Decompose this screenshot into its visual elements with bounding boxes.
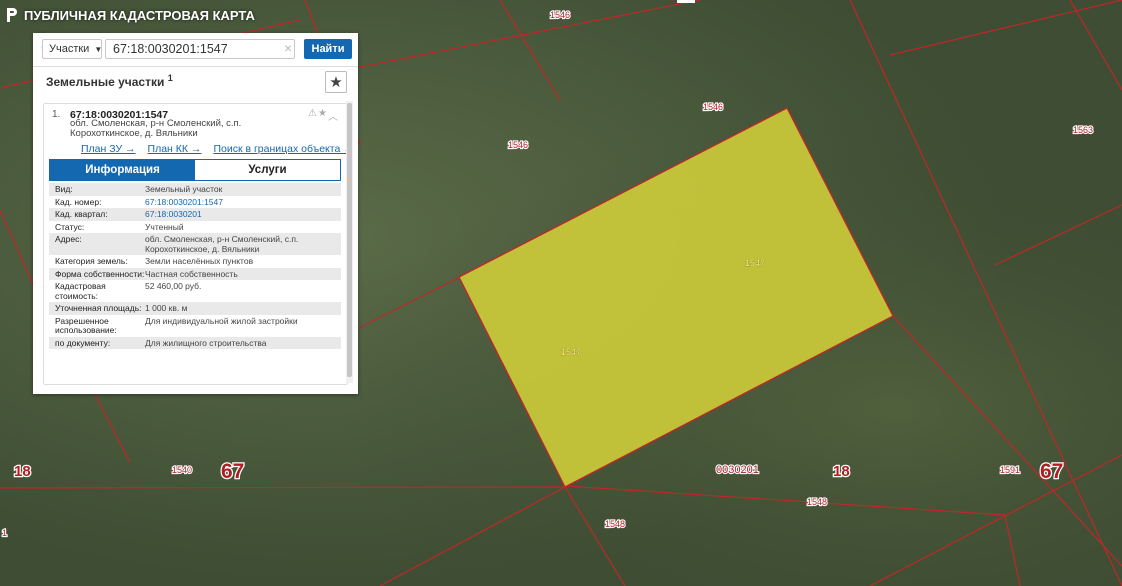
parcel-label: 1546 bbox=[550, 10, 570, 20]
warning-icon[interactable]: ⚠ bbox=[308, 108, 317, 123]
info-row: Разрешенное использование: Для индивидуал… bbox=[49, 314, 341, 337]
scroll-thumb[interactable] bbox=[347, 103, 352, 377]
search-type-select[interactable]: Участки ▼ bbox=[42, 39, 102, 59]
parcel-label: 1540 bbox=[172, 465, 192, 475]
parcel-label: 1546 bbox=[703, 102, 723, 112]
info-row: Статус: Учтенный bbox=[49, 220, 341, 233]
info-row: Кад. квартал: 67:18:0030201 bbox=[49, 208, 341, 221]
search-input[interactable] bbox=[105, 39, 295, 59]
info-key: Форма собственности: bbox=[55, 268, 145, 279]
info-value: Частная собственность bbox=[145, 268, 238, 279]
info-row: Вид: Земельный участок bbox=[49, 183, 341, 196]
result-actions: ⚠ ★ ︿ bbox=[308, 108, 338, 123]
result-address: обл. Смоленская, р-н Смоленский, с.п. Ко… bbox=[70, 118, 242, 139]
logo-icon bbox=[7, 8, 17, 22]
parcel-label: 1591 bbox=[1000, 465, 1020, 475]
selected-parcel-label: 1547 bbox=[561, 347, 581, 357]
parcel-label: 1563 bbox=[1073, 125, 1093, 135]
results-scrollbar[interactable] bbox=[346, 101, 353, 383]
district-label: 18 bbox=[14, 463, 31, 480]
info-row: по документу: Для жилищного строительства bbox=[49, 336, 341, 349]
cad-number-link[interactable]: 67:18:0030201:1547 bbox=[145, 197, 341, 208]
results-title-text: Земельные участки bbox=[46, 75, 165, 89]
district-label: 18 bbox=[833, 463, 850, 480]
result-card: 1. 67:18:0030201:1547 обл. Смоленская, р… bbox=[43, 103, 348, 385]
map-edge-label: 1 bbox=[2, 528, 7, 538]
parcel-label: 1546 bbox=[508, 140, 528, 150]
info-row: Кад. номер: 67:18:0030201:1547 bbox=[49, 195, 341, 208]
info-value: обл. Смоленская, р-н Смоленский, с.п. Ко… bbox=[145, 234, 299, 254]
search-bar: Участки ▼ × Найти bbox=[33, 33, 358, 67]
info-value: Земельный участок bbox=[145, 184, 223, 194]
quarter-label: 0030201 bbox=[716, 464, 759, 476]
region-label: 67 bbox=[221, 460, 244, 483]
info-key: Вид: bbox=[55, 184, 73, 194]
info-row: Форма собственности: Частная собственност… bbox=[49, 267, 341, 280]
info-value: Земли населённых пунктов bbox=[145, 256, 254, 266]
result-number: 1. bbox=[52, 109, 61, 120]
info-value: 1 000 кв. м bbox=[145, 303, 188, 313]
star-icon[interactable]: ★ bbox=[318, 108, 327, 123]
info-key: Разрешенное использование: bbox=[55, 315, 117, 335]
cad-quarter-link[interactable]: 67:18:0030201 bbox=[145, 209, 341, 220]
results-title: Земельные участки 1 bbox=[46, 73, 173, 89]
tab-services[interactable]: Услуги bbox=[195, 160, 340, 180]
result-links: План ЗУ → План КК → Поиск в границах объ… bbox=[81, 143, 347, 155]
app-title[interactable]: ПУБЛИЧНАЯ КАДАСТРОВАЯ КАРТА bbox=[6, 6, 255, 24]
plan-kk-link[interactable]: План КК → bbox=[148, 143, 202, 155]
chevron-down-icon: ▼ bbox=[94, 44, 103, 54]
region-label: 67 bbox=[1040, 460, 1063, 483]
search-button[interactable]: Найти bbox=[304, 39, 352, 59]
search-panel: Участки ▼ × Найти Земельные участки 1 ★ … bbox=[33, 33, 358, 394]
plan-zu-link[interactable]: План ЗУ → bbox=[81, 143, 136, 155]
tab-info[interactable]: Информация bbox=[50, 160, 195, 180]
star-icon: ★ bbox=[329, 74, 343, 91]
info-key: Кадастровая стоимость: bbox=[55, 281, 106, 301]
app-title-text: ПУБЛИЧНАЯ КАДАСТРОВАЯ КАРТА bbox=[24, 7, 255, 23]
results-count: 1 bbox=[167, 73, 173, 83]
info-key: Уточненная площадь: bbox=[55, 303, 142, 313]
parcel-label: 1548 bbox=[605, 519, 625, 529]
chevron-up-icon[interactable]: ︿ bbox=[328, 108, 338, 123]
parcel-label: 1548 bbox=[807, 497, 827, 507]
info-value: 52 460,00 руб. bbox=[145, 281, 202, 291]
info-key: Кад. номер: bbox=[55, 196, 102, 207]
info-row: Уточненная площадь: 1 000 кв. м bbox=[49, 302, 341, 315]
info-value: Учтенный bbox=[145, 221, 184, 232]
result-tabs: Информация Услуги bbox=[49, 159, 341, 181]
search-in-bounds-link[interactable]: Поиск в границах объекта → bbox=[213, 143, 347, 155]
top-edge-marker bbox=[677, 0, 695, 3]
info-value: Для индивидуальной жилой застройки bbox=[145, 315, 298, 326]
favorite-button[interactable]: ★ bbox=[325, 71, 347, 93]
info-key: Адрес: bbox=[55, 234, 82, 244]
info-row: Кадастровая стоимость: 52 460,00 руб. bbox=[49, 280, 341, 302]
info-row: Категория земель: Земли населённых пункто… bbox=[49, 255, 341, 268]
info-key: Кад. квартал: bbox=[55, 209, 108, 219]
selected-parcel-label: 1547 bbox=[745, 258, 765, 268]
info-key: Статус: bbox=[55, 221, 85, 232]
info-key: по документу: bbox=[55, 337, 111, 348]
info-row: Адрес: обл. Смоленская, р-н Смоленский, с… bbox=[49, 233, 341, 255]
info-value: Для жилищного строительства bbox=[145, 337, 267, 348]
info-key: Категория земель: bbox=[55, 256, 128, 266]
info-table: Вид: Земельный участок Кад. номер: 67:18:0… bbox=[49, 183, 341, 349]
search-type-label: Участки bbox=[49, 43, 90, 55]
close-icon[interactable]: × bbox=[284, 40, 292, 56]
